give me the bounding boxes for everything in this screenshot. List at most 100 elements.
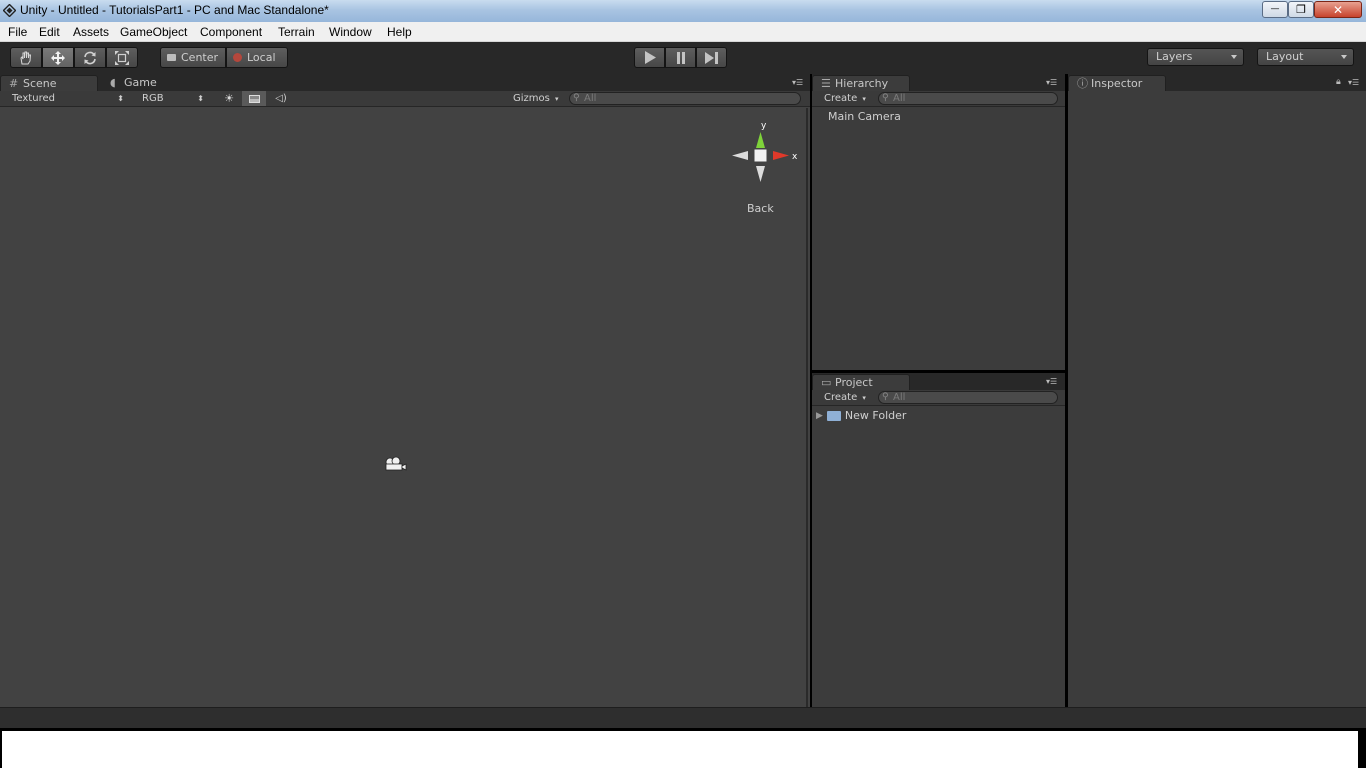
gizmos-dropdown[interactable]: Gizmos ▾ (513, 92, 563, 106)
tab-scene-label: Scene (23, 77, 57, 90)
create-label: Create (824, 93, 858, 104)
scene-search-input[interactable]: ⚲ All (569, 92, 801, 105)
pivot-local-label: Local (247, 51, 276, 64)
play-icon (644, 51, 656, 64)
orientation-gizmo[interactable]: y x (726, 120, 806, 190)
tab-inspector[interactable]: ⓘ Inspector (1068, 75, 1166, 91)
menu-terrain[interactable]: Terrain (278, 25, 315, 39)
tab-project[interactable]: ▭ Project (812, 374, 910, 390)
layers-label: Layers (1156, 50, 1193, 63)
menu-bar: File Edit Assets GameObject Component Te… (0, 22, 1366, 42)
scale-tool-button[interactable] (106, 47, 138, 68)
pause-icon (676, 51, 685, 64)
chevron-down-icon: ▾ (555, 95, 559, 103)
pause-button[interactable] (665, 47, 696, 68)
search-icon: ⚲ (573, 93, 580, 103)
scene-panel: # Scene ◖ Game ▾☰ Textured ⬍ RGB ⬍ ☀ ◁) Gi… (0, 74, 810, 707)
tab-inspector-label: Inspector (1091, 77, 1143, 90)
restore-icon: ❐ (1296, 3, 1306, 16)
folder-icon: ▭ (821, 376, 832, 389)
scene-controlbar: Textured ⬍ RGB ⬍ ☀ ◁) Gizmos ▾ ⚲ All (0, 91, 810, 107)
hierarchy-panel: ☰ Hierarchy ▾☰ Create ▾ ⚲ All Main Camera (812, 74, 1065, 370)
gizmos-label: Gizmos (513, 93, 550, 104)
gizmo-negx-cone[interactable] (732, 151, 748, 160)
gizmo-negy-cone[interactable] (756, 166, 765, 182)
taskbar-area (2, 731, 1358, 768)
folder-icon (826, 410, 841, 421)
info-icon: ⓘ (1077, 77, 1088, 90)
color-mode-dropdown[interactable]: RGB ⬍ (142, 92, 204, 106)
maximize-button[interactable]: ❐ (1288, 1, 1314, 18)
scene-viewport[interactable]: y x Back (0, 108, 808, 707)
gizmo-x-label: x (792, 152, 798, 162)
project-controlbar: Create ▾ ⚲ All (812, 390, 1065, 406)
gizmo-y-label: y (761, 121, 767, 131)
minimize-icon: — (1270, 4, 1280, 14)
pivot-center-button[interactable]: Center (160, 47, 226, 68)
hierarchy-create-dropdown[interactable]: Create ▾ (824, 92, 870, 106)
pivot-local-button[interactable]: Local (226, 47, 288, 68)
menu-file[interactable]: File (8, 25, 27, 39)
layout-label: Layout (1266, 50, 1304, 63)
inspector-tabstrip: ⓘ Inspector 🔒︎ ▾☰ (1068, 74, 1366, 91)
gizmo-y-cone[interactable] (756, 132, 765, 148)
move-tool-button[interactable] (42, 47, 74, 68)
project-create-dropdown[interactable]: Create ▾ (824, 391, 870, 405)
project-item-new-folder: New Folder (844, 409, 907, 422)
hand-tool-button[interactable] (10, 47, 42, 68)
chevron-down-icon (1341, 55, 1347, 59)
step-icon (704, 51, 718, 64)
pivot-center-label: Center (181, 51, 219, 64)
menu-edit[interactable]: Edit (39, 25, 60, 39)
play-button[interactable] (634, 47, 665, 68)
project-search-placeholder: All (893, 392, 906, 403)
menu-help[interactable]: Help (387, 25, 412, 39)
render-mode-dropdown[interactable]: Textured ⬍ (12, 92, 124, 106)
pacman-icon: ◖ (110, 76, 116, 89)
panel-menu-icon[interactable]: ▾☰ (1046, 78, 1059, 87)
camera-gizmo-icon[interactable] (384, 456, 408, 472)
window-titlebar: Unity - Untitled - TutorialsPart1 - PC a… (0, 0, 1366, 22)
hierarchy-search-input[interactable]: ⚲ All (878, 92, 1058, 105)
chevron-down-icon: ▾ (862, 394, 866, 402)
lighting-toggle[interactable]: ☀ (218, 91, 240, 106)
speaker-icon: ◁) (275, 93, 287, 104)
list-item[interactable]: Main Camera (828, 110, 901, 123)
local-rotation-icon (233, 53, 242, 62)
tab-hierarchy[interactable]: ☰ Hierarchy (812, 75, 910, 91)
grid-icon: # (9, 77, 19, 90)
gizmo-view-label: Back (747, 202, 774, 215)
menu-component[interactable]: Component (200, 25, 262, 39)
audio-toggle[interactable]: ◁) (270, 91, 292, 106)
menu-assets[interactable]: Assets (73, 25, 109, 39)
tab-scene[interactable]: # Scene (0, 75, 98, 91)
layout-dropdown[interactable]: Layout (1257, 48, 1354, 66)
menu-gameobject[interactable]: GameObject (120, 25, 187, 39)
lock-icon[interactable]: 🔒︎ (1336, 77, 1341, 87)
gizmo-center-cube[interactable] (754, 149, 767, 162)
unity-logo-icon (3, 4, 16, 17)
panel-menu-icon[interactable]: ▾☰ (1046, 377, 1059, 386)
layers-dropdown[interactable]: Layers (1147, 48, 1244, 66)
tab-hierarchy-label: Hierarchy (835, 77, 889, 90)
skybox-toggle[interactable] (242, 91, 266, 106)
panel-menu-icon[interactable]: ▾☰ (792, 78, 805, 87)
step-button[interactable] (696, 47, 727, 68)
gizmo-x-cone[interactable] (773, 151, 789, 160)
list-item[interactable]: ▶ New Folder (816, 409, 906, 422)
panel-menu-icon[interactable]: ▾☰ (1348, 78, 1361, 87)
create-label: Create (824, 392, 858, 403)
color-mode-label: RGB (142, 93, 164, 104)
move-icon (51, 50, 65, 65)
expand-arrow-icon[interactable]: ▶ (816, 411, 823, 421)
menu-window[interactable]: Window (329, 25, 372, 39)
rotate-tool-button[interactable] (74, 47, 106, 68)
project-search-input[interactable]: ⚲ All (878, 391, 1058, 404)
minimize-button[interactable]: — (1262, 1, 1288, 18)
tab-game[interactable]: ◖ Game (102, 75, 198, 91)
list-icon: ☰ (821, 77, 831, 90)
chevron-down-icon: ▾ (862, 95, 866, 103)
inspector-panel: ⓘ Inspector 🔒︎ ▾☰ (1068, 74, 1366, 707)
transform-tools (10, 47, 138, 68)
close-button[interactable]: ✕ (1314, 1, 1362, 18)
